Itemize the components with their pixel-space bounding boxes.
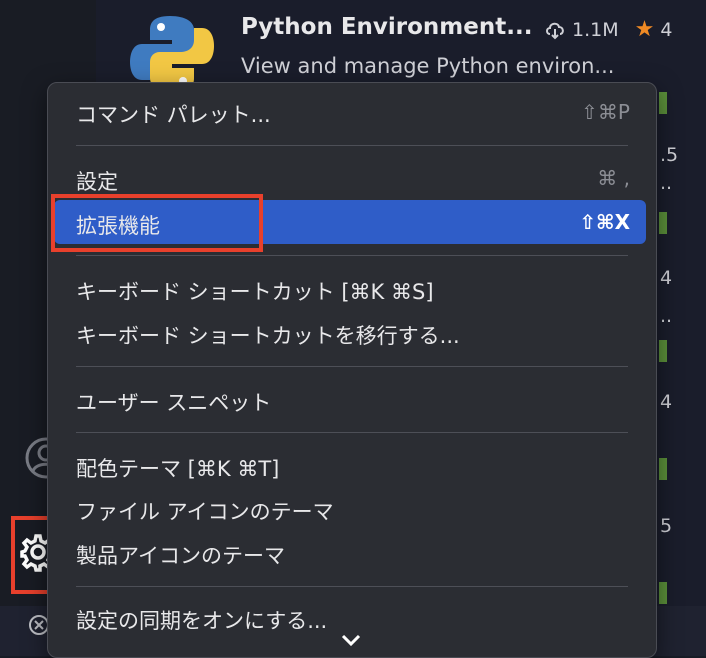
menu-separator: [76, 432, 628, 433]
download-count: 1.1M: [572, 18, 619, 41]
menu-separator: [76, 145, 628, 146]
menu-item-settings-sync[interactable]: 設定の同期をオンにする...: [76, 605, 327, 635]
list-fragment: 4: [660, 267, 673, 289]
rating: 4: [660, 18, 673, 41]
list-fragment: ..: [660, 172, 673, 194]
list-accent-bar: [659, 92, 667, 114]
menu-item-command-palette[interactable]: コマンド パレット...: [76, 99, 271, 129]
menu-separator: [76, 586, 628, 587]
list-accent-bar: [659, 458, 667, 480]
extension-title[interactable]: Python Environment...: [241, 14, 532, 40]
shortcut-command-palette: ⇧⌘P: [581, 100, 630, 124]
menu-separator: [76, 255, 628, 256]
extension-description: View and manage Python environ...: [241, 54, 615, 78]
list-fragment: 5: [660, 515, 673, 537]
menu-item-file-icon-theme[interactable]: ファイル アイコンのテーマ: [76, 496, 334, 526]
extension-stats: 1.1M ★ 4: [544, 17, 672, 42]
menu-item-product-icon-theme[interactable]: 製品アイコンのテーマ: [76, 540, 285, 570]
list-accent-bar: [659, 582, 667, 604]
cloud-download-icon: [546, 22, 564, 39]
shortcut-extensions: ⇧⌘X: [579, 210, 630, 234]
menu-item-keyboard-shortcuts[interactable]: キーボード ショートカット [⌘K ⌘S]: [76, 276, 434, 306]
menu-item-color-theme[interactable]: 配色テーマ [⌘K ⌘T]: [76, 453, 279, 483]
menu-item-settings[interactable]: 設定: [76, 166, 118, 196]
menu-item-migrate-keyboard-shortcuts[interactable]: キーボード ショートカットを移行する...: [76, 320, 460, 350]
menu-item-user-snippets[interactable]: ユーザー スニペット: [76, 387, 271, 417]
list-fragment: 4: [660, 391, 673, 413]
chevron-down-icon[interactable]: [340, 633, 362, 647]
star-icon: ★: [634, 17, 655, 42]
list-accent-bar: [659, 340, 667, 362]
list-fragment: .5: [660, 144, 679, 166]
extensions-highlight-box: [51, 194, 263, 252]
manage-context-menu: コマンド パレット... ⇧⌘P 設定 ⌘ , 拡張機能 ⇧⌘X キーボード シ…: [47, 82, 657, 658]
shortcut-settings: ⌘ ,: [597, 166, 630, 190]
list-accent-bar: [659, 212, 667, 234]
menu-separator: [76, 366, 628, 367]
list-fragment: ..: [660, 305, 673, 327]
